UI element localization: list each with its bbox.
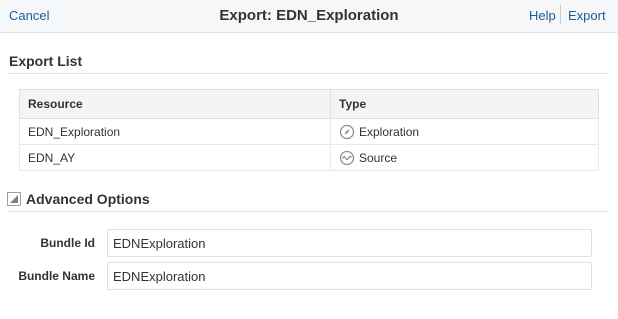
compass-icon [339,124,355,139]
bundle-name-label: Bundle Name [18,269,95,283]
dialog-title: Export: EDN_Exploration [219,7,399,24]
type-label: Exploration [359,124,420,139]
dialog-header: Cancel Export: EDN_Exploration Help Expo… [0,0,618,33]
type-label: Source [359,150,398,165]
type-cell: Exploration [330,118,599,145]
bundle-name-input[interactable] [107,262,592,290]
advanced-options-title[interactable]: Advanced Options [26,191,150,207]
wave-icon [339,150,355,165]
column-header-resource[interactable]: Resource [19,89,331,119]
column-header-type[interactable]: Type [330,89,599,119]
help-link[interactable]: Help [529,8,556,23]
resource-cell: EDN_Exploration [19,118,331,145]
type-cell: Source [330,144,599,171]
header-separator [560,5,561,24]
export-list-table: Resource Type EDN_Exploration Exploratio… [19,89,599,171]
bundle-id-input[interactable] [107,229,592,257]
table-row[interactable]: EDN_Exploration Exploration [19,118,599,145]
bundle-id-label: Bundle Id [40,236,95,250]
export-list-divider [8,73,609,74]
resource-cell: EDN_AY [19,144,331,171]
export-button[interactable]: Export [568,8,606,23]
advanced-options-divider [8,211,609,212]
table-header-row: Resource Type [19,89,599,119]
export-list-title: Export List [9,53,83,69]
table-row[interactable]: EDN_AY Source [19,144,599,171]
collapse-triangle-icon[interactable] [7,192,21,206]
